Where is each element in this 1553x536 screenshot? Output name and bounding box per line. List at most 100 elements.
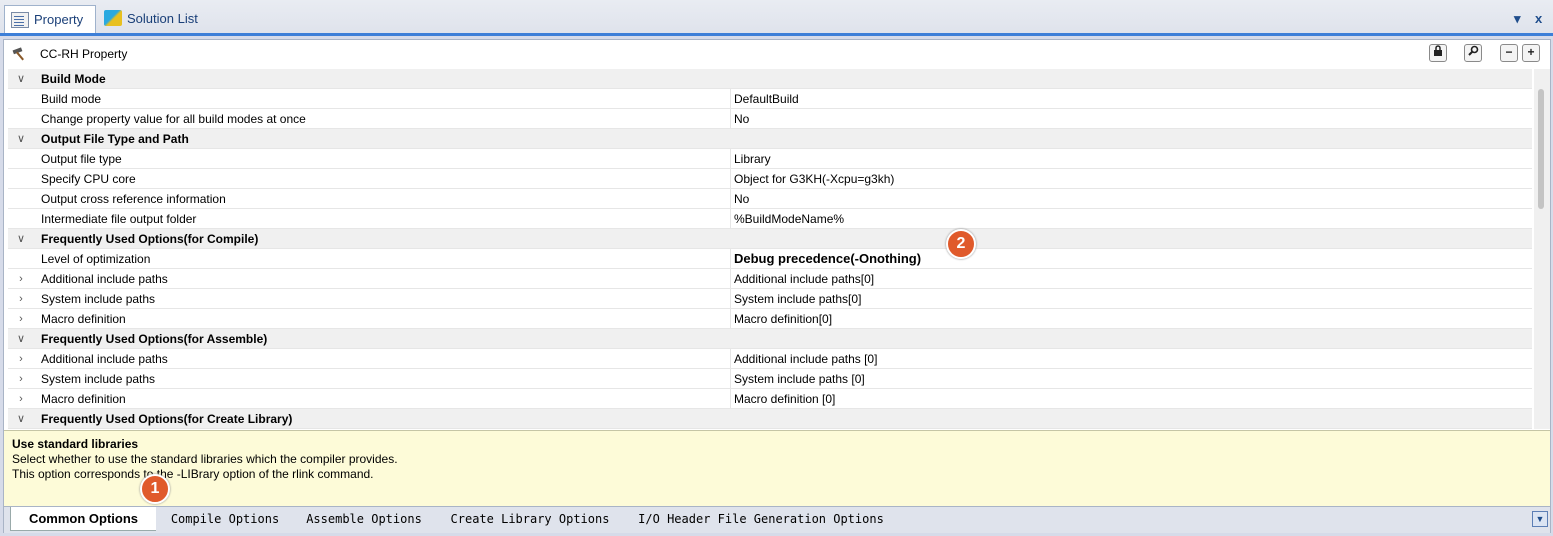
property-row[interactable]: Intermediate file output folder %BuildMod… (8, 209, 1532, 229)
property-name: System include paths (41, 372, 156, 386)
description-title: Use standard libraries (12, 437, 139, 451)
property-grid: ∨ Build Mode Build mode DefaultBuild Change … (8, 69, 1532, 429)
category-row[interactable]: ∨ Output File Type and Path (8, 129, 1532, 149)
property-value[interactable]: Library (734, 152, 771, 166)
chevron-down-icon[interactable]: ∨ (14, 411, 28, 427)
collapse-all-button[interactable]: − (1500, 44, 1518, 62)
property-name: System include paths (41, 292, 156, 306)
chevron-right-icon[interactable]: › (14, 371, 28, 387)
property-row[interactable]: Specify CPU core Object for G3KH(-Xcpu=g3… (8, 169, 1532, 189)
callout-badge-2: 2 (946, 229, 976, 259)
property-name: Frequently Used Options(for Create Libra… (41, 412, 293, 426)
column-divider (730, 89, 731, 109)
property-row[interactable]: Level of optimization Debug precedence(-O… (8, 249, 1532, 269)
property-name: Build mode (41, 92, 102, 106)
expand-all-button[interactable]: + (1522, 44, 1540, 62)
category-row[interactable]: ∨ Frequently Used Options(for Create Libr… (8, 409, 1532, 429)
column-divider (730, 389, 731, 409)
property-row[interactable]: Output cross reference information No (8, 189, 1532, 209)
property-row[interactable]: › System include paths System include path… (8, 289, 1532, 309)
pin-dropdown-icon[interactable]: ▾ (1514, 11, 1521, 27)
property-value[interactable]: No (734, 112, 749, 126)
chevron-right-icon[interactable]: › (14, 311, 28, 327)
property-name: Macro definition (41, 392, 126, 406)
chevron-right-icon[interactable]: › (14, 291, 28, 307)
category-row[interactable]: ∨ Frequently Used Options(for Compile) (8, 229, 1532, 249)
property-value[interactable]: System include paths [0] (734, 372, 865, 386)
column-divider (730, 209, 731, 229)
property-value[interactable]: No (734, 192, 749, 206)
category-row[interactable]: ∨ Build Mode (8, 69, 1532, 89)
property-name: Additional include paths (41, 272, 168, 286)
tab-property-label: Property (34, 12, 84, 27)
document-tab-bar: Property Solution List ▾ x (0, 0, 1553, 36)
column-divider (730, 269, 731, 289)
description-pane: Use standard libraries Select whether to… (4, 430, 1550, 506)
chevron-down-icon[interactable]: ∨ (14, 71, 28, 87)
category-row[interactable]: ∨ Frequently Used Options(for Assemble) (8, 329, 1532, 349)
tab-create-library-options[interactable]: Create Library Options (438, 507, 622, 531)
property-row[interactable]: Build mode DefaultBuild (8, 89, 1532, 109)
chevron-down-icon[interactable]: ∨ (14, 231, 28, 247)
lock-icon[interactable] (1429, 44, 1447, 62)
tab-compile-options[interactable]: Compile Options (160, 507, 290, 531)
property-value[interactable]: DefaultBuild (734, 92, 799, 106)
property-name: Frequently Used Options(for Compile) (41, 232, 259, 246)
chevron-down-icon[interactable]: ∨ (14, 331, 28, 347)
tab-property[interactable]: Property (4, 5, 96, 33)
tab-list-dropdown-icon[interactable]: ▼ (1532, 511, 1548, 527)
column-divider (730, 169, 731, 189)
chevron-right-icon[interactable]: › (14, 391, 28, 407)
solution-list-icon (104, 10, 122, 26)
hammer-icon (12, 47, 24, 61)
tab-solution-list-label: Solution List (127, 10, 198, 26)
column-divider (730, 309, 731, 329)
column-divider (730, 349, 731, 369)
tab-io-header-file-generation-options[interactable]: I/O Header File Generation Options (626, 507, 896, 531)
tab-common-options[interactable]: Common Options (10, 507, 156, 531)
column-divider (730, 369, 731, 389)
property-value[interactable]: Macro definition [0] (734, 392, 835, 406)
property-value[interactable]: Macro definition[0] (734, 312, 832, 326)
description-line-1: Select whether to use the standard libra… (12, 452, 398, 466)
property-value[interactable]: %BuildModeName% (734, 212, 844, 226)
property-row[interactable]: › Additional include paths Additional incl… (8, 269, 1532, 289)
scrollbar-thumb[interactable] (1538, 89, 1544, 209)
property-name: Frequently Used Options(for Assemble) (41, 332, 268, 346)
property-name: Change property value for all build mode… (41, 112, 306, 126)
property-icon (11, 11, 29, 28)
property-row[interactable]: › Macro definition Macro definition[0] (8, 309, 1532, 329)
description-line-2: This option corresponds to the -LIBrary … (12, 467, 374, 481)
property-name: Output file type (41, 152, 122, 166)
column-divider (730, 189, 731, 209)
tab-assemble-options[interactable]: Assemble Options (294, 507, 434, 531)
chevron-right-icon[interactable]: › (14, 271, 28, 287)
property-row[interactable]: › Additional include paths Additional incl… (8, 349, 1532, 369)
property-name: Build Mode (41, 72, 106, 86)
chevron-down-icon[interactable]: ∨ (14, 131, 28, 147)
property-name: Specify CPU core (41, 172, 136, 186)
column-divider (730, 149, 731, 169)
property-row[interactable]: › Macro definition Macro definition [0] (8, 389, 1532, 409)
property-name: Output cross reference information (41, 192, 226, 206)
property-value[interactable]: Debug precedence(-Onothing) (734, 251, 921, 266)
chevron-right-icon[interactable]: › (14, 351, 28, 367)
property-name: Intermediate file output folder (41, 212, 197, 226)
panel-header: CC-RH Property − + (4, 40, 1550, 68)
property-value[interactable]: Additional include paths [0] (734, 352, 877, 366)
property-value[interactable]: Object for G3KH(-Xcpu=g3kh) (734, 172, 894, 186)
property-row[interactable]: Output file type Library (8, 149, 1532, 169)
callout-badge-1: 1 (140, 474, 170, 504)
property-value[interactable]: Additional include paths[0] (734, 272, 874, 286)
tab-solution-list[interactable]: Solution List (98, 5, 208, 31)
property-name: Macro definition (41, 312, 126, 326)
vertical-scrollbar[interactable] (1534, 69, 1550, 429)
close-icon[interactable]: x (1535, 11, 1542, 26)
property-panel: CC-RH Property − + ∨ Build Mode Build mode… (3, 39, 1551, 533)
property-row[interactable]: Change property value for all build mode… (8, 109, 1532, 129)
search-icon[interactable] (1464, 44, 1482, 62)
property-name: Output File Type and Path (41, 132, 189, 146)
property-value[interactable]: System include paths[0] (734, 292, 861, 306)
property-row[interactable]: › System include paths System include path… (8, 369, 1532, 389)
panel-title: CC-RH Property (40, 47, 128, 61)
